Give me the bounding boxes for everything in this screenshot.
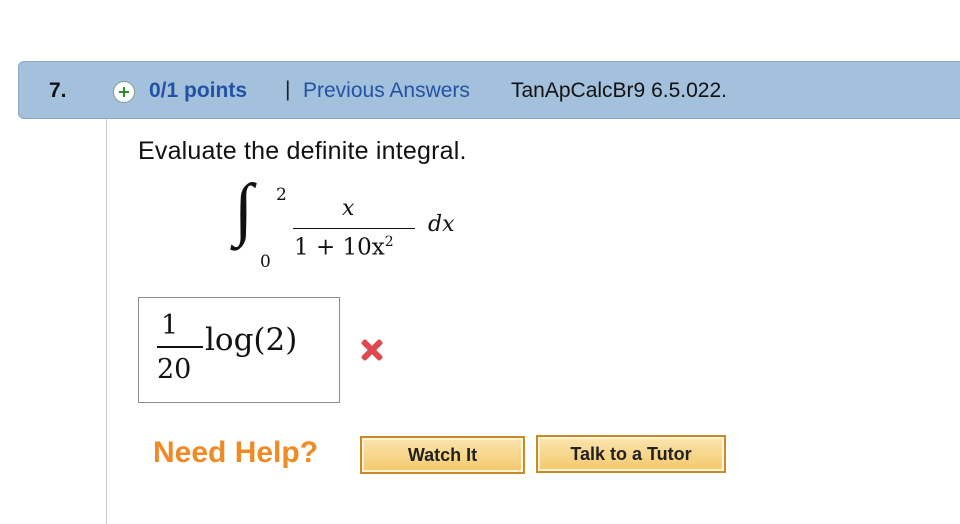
integral-sign: ∫ <box>234 171 254 248</box>
watch-it-button[interactable]: Watch It <box>360 436 525 474</box>
denominator-exponent: 2 <box>384 234 394 250</box>
incorrect-x-icon <box>361 339 383 361</box>
integrand-denominator: 1 + 10x2 <box>294 234 394 261</box>
question-header: 7. 0/1 points | Previous Answers TanApCa… <box>18 61 960 119</box>
question-prompt: Evaluate the definite integral. <box>138 137 467 165</box>
talk-to-tutor-button[interactable]: Talk to a Tutor <box>536 435 726 473</box>
expand-plus-icon[interactable] <box>113 81 135 103</box>
integral-differential: dx <box>428 212 455 237</box>
points-score: 0/1 points <box>149 79 248 102</box>
need-help-label: Need Help? <box>153 436 319 469</box>
integral-upper-limit: 2 <box>276 185 287 205</box>
content-divider <box>106 119 107 524</box>
question-number: 7. <box>49 79 67 102</box>
answer-fraction-bar <box>157 346 203 348</box>
answer-field[interactable]: 1 20 log(2) <box>138 297 340 403</box>
header-separator: | <box>285 78 291 101</box>
previous-answers-link[interactable]: Previous Answers <box>303 79 470 103</box>
integral-expression: ∫ 2 0 x 1 + 10x2 dx <box>234 171 494 274</box>
question-code: TanApCalcBr9 6.5.022. <box>511 79 727 102</box>
denominator-base: 1 + 10x <box>294 234 385 261</box>
integral-lower-limit: 0 <box>260 252 271 272</box>
answer-numerator: 1 <box>161 310 179 341</box>
answer-expression: log(2) <box>205 322 298 358</box>
integrand-numerator: x <box>342 196 355 221</box>
answer-denominator: 20 <box>157 354 192 385</box>
fraction-bar <box>293 228 415 229</box>
